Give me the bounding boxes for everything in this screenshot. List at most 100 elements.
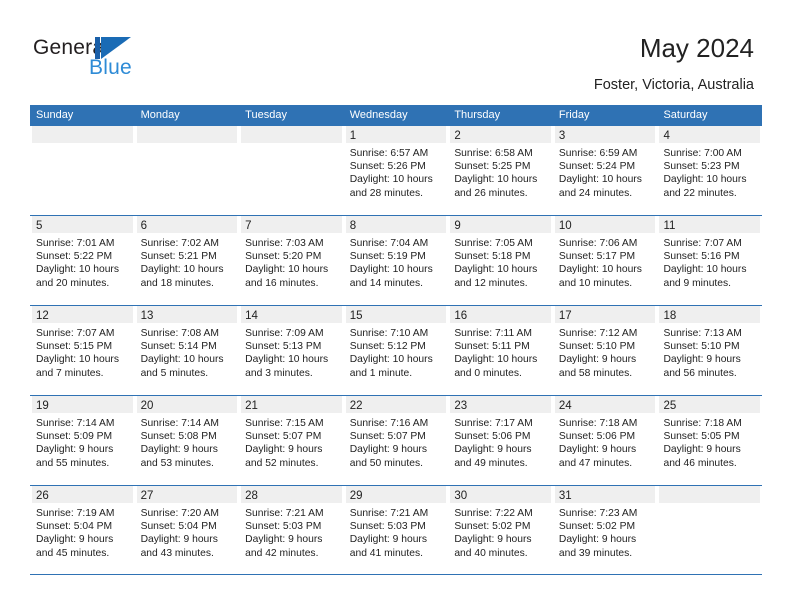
day-cell[interactable]: 3 Sunrise: 6:59 AM Sunset: 5:24 PM Dayli… xyxy=(553,126,658,215)
day-cell[interactable]: 12 Sunrise: 7:07 AM Sunset: 5:15 PM Dayl… xyxy=(30,306,135,395)
daylight-text-line2: and 1 minute. xyxy=(349,367,413,379)
day-cell[interactable]: 9 Sunrise: 7:05 AM Sunset: 5:18 PM Dayli… xyxy=(448,216,553,305)
day-cell[interactable]: 14 Sunrise: 7:09 AM Sunset: 5:13 PM Dayl… xyxy=(239,306,344,395)
daylight-text-line1: Daylight: 9 hours xyxy=(36,444,114,456)
day-number-band: 31 xyxy=(554,486,656,503)
day-cell[interactable]: 18 Sunrise: 7:13 AM Sunset: 5:10 PM Dayl… xyxy=(657,306,762,395)
sunset-text: Sunset: 5:14 PM xyxy=(140,341,217,353)
day-cell[interactable]: 15 Sunrise: 7:10 AM Sunset: 5:12 PM Dayl… xyxy=(344,306,449,395)
day-cell[interactable]: 27 Sunrise: 7:20 AM Sunset: 5:04 PM Dayl… xyxy=(135,486,240,574)
daylight-text-line1: Daylight: 9 hours xyxy=(349,444,428,456)
calendar-week-row: 26 Sunrise: 7:19 AM Sunset: 5:04 PM Dayl… xyxy=(30,485,762,575)
day-cell[interactable]: 19 Sunrise: 7:14 AM Sunset: 5:09 PM Dayl… xyxy=(30,396,135,485)
daylight-text-line2: and 41 minutes. xyxy=(349,547,424,559)
day-cell[interactable]: 17 Sunrise: 7:12 AM Sunset: 5:10 PM Dayl… xyxy=(553,306,658,395)
sunset-text: Sunset: 5:18 PM xyxy=(454,251,531,263)
day-number: 3 xyxy=(558,130,566,142)
sunrise-text: Sunrise: 7:18 AM xyxy=(663,418,742,429)
day-details: Sunrise: 7:08 AM Sunset: 5:14 PM Dayligh… xyxy=(137,323,238,380)
day-number-band: 6 xyxy=(136,216,238,233)
day-cell[interactable]: 2 Sunrise: 6:58 AM Sunset: 5:25 PM Dayli… xyxy=(448,126,553,215)
daylight-text-line2: and 42 minutes. xyxy=(245,547,319,559)
sunset-text: Sunset: 5:22 PM xyxy=(36,251,113,263)
day-cell[interactable]: 22 Sunrise: 7:16 AM Sunset: 5:07 PM Dayl… xyxy=(344,396,449,485)
calendar-week-row: 5 Sunrise: 7:01 AM Sunset: 5:22 PM Dayli… xyxy=(30,215,762,305)
day-cell[interactable]: 24 Sunrise: 7:18 AM Sunset: 5:06 PM Dayl… xyxy=(553,396,658,485)
daylight-text-line1: Daylight: 9 hours xyxy=(454,444,532,456)
sunrise-text: Sunrise: 7:21 AM xyxy=(349,508,429,519)
day-cell[interactable]: 23 Sunrise: 7:17 AM Sunset: 5:06 PM Dayl… xyxy=(448,396,553,485)
day-cell[interactable]: 13 Sunrise: 7:08 AM Sunset: 5:14 PM Dayl… xyxy=(135,306,240,395)
day-cell[interactable]: 25 Sunrise: 7:18 AM Sunset: 5:05 PM Dayl… xyxy=(657,396,762,485)
daylight-text-line2: and 22 minutes. xyxy=(663,187,737,199)
day-cell[interactable] xyxy=(30,126,135,215)
day-number-band: 26 xyxy=(32,486,133,503)
day-cell[interactable]: 10 Sunrise: 7:06 AM Sunset: 5:17 PM Dayl… xyxy=(553,216,658,305)
sunset-text: Sunset: 5:06 PM xyxy=(454,431,531,443)
day-cell[interactable]: 5 Sunrise: 7:01 AM Sunset: 5:22 PM Dayli… xyxy=(30,216,135,305)
sunset-text: Sunset: 5:26 PM xyxy=(349,161,426,173)
day-cell[interactable] xyxy=(657,486,762,574)
day-cell[interactable]: 31 Sunrise: 7:23 AM Sunset: 5:02 PM Dayl… xyxy=(553,486,658,574)
daylight-text-line2: and 28 minutes. xyxy=(349,187,424,199)
daylight-text-line2: and 18 minutes. xyxy=(140,277,214,289)
day-cell[interactable]: 16 Sunrise: 7:11 AM Sunset: 5:11 PM Dayl… xyxy=(448,306,553,395)
day-cell[interactable] xyxy=(239,126,344,215)
daylight-text-line2: and 9 minutes. xyxy=(663,277,732,289)
day-cell[interactable]: 30 Sunrise: 7:22 AM Sunset: 5:02 PM Dayl… xyxy=(448,486,553,574)
day-details: Sunrise: 7:00 AM Sunset: 5:23 PM Dayligh… xyxy=(659,143,760,200)
daylight-text-line2: and 12 minutes. xyxy=(454,277,528,289)
day-details: Sunrise: 7:11 AM Sunset: 5:11 PM Dayligh… xyxy=(450,323,551,380)
weekday-header-thursday: Thursday xyxy=(454,109,501,121)
day-number: 15 xyxy=(349,310,363,322)
day-number-band: 25 xyxy=(659,396,761,413)
day-details: Sunrise: 6:59 AM Sunset: 5:24 PM Dayligh… xyxy=(555,143,656,200)
day-number: 17 xyxy=(558,310,572,322)
day-details: Sunrise: 6:57 AM Sunset: 5:26 PM Dayligh… xyxy=(346,143,447,200)
daylight-text-line1: Daylight: 9 hours xyxy=(558,354,637,366)
day-cell[interactable]: 29 Sunrise: 7:21 AM Sunset: 5:03 PM Dayl… xyxy=(344,486,449,574)
day-number: 11 xyxy=(663,220,676,232)
brand-logo[interactable]: General Blue xyxy=(33,36,213,84)
day-details: Sunrise: 7:17 AM Sunset: 5:06 PM Dayligh… xyxy=(450,413,551,470)
day-number: 6 xyxy=(140,220,147,232)
day-number-band: 30 xyxy=(450,486,551,503)
sunrise-text: Sunrise: 7:03 AM xyxy=(245,238,324,249)
day-details: Sunrise: 7:07 AM Sunset: 5:15 PM Dayligh… xyxy=(32,323,133,380)
day-cell[interactable]: 11 Sunrise: 7:07 AM Sunset: 5:16 PM Dayl… xyxy=(657,216,762,305)
sunset-text: Sunset: 5:08 PM xyxy=(140,431,217,443)
day-cell[interactable]: 6 Sunrise: 7:02 AM Sunset: 5:21 PM Dayli… xyxy=(135,216,240,305)
sunset-text: Sunset: 5:10 PM xyxy=(663,341,740,353)
weekday-header-tuesday: Tuesday xyxy=(245,109,287,121)
day-number-band xyxy=(32,126,133,143)
day-number: 28 xyxy=(245,490,258,502)
day-cell[interactable]: 21 Sunrise: 7:15 AM Sunset: 5:07 PM Dayl… xyxy=(239,396,344,485)
page-subtitle-location: Foster, Victoria, Australia xyxy=(593,77,754,93)
day-cell[interactable]: 1 Sunrise: 6:57 AM Sunset: 5:26 PM Dayli… xyxy=(344,126,449,215)
sunrise-text: Sunrise: 7:16 AM xyxy=(349,418,429,429)
sunrise-text: Sunrise: 7:20 AM xyxy=(140,508,219,519)
daylight-text-line2: and 53 minutes. xyxy=(140,457,214,469)
sunrise-text: Sunrise: 6:57 AM xyxy=(349,148,429,159)
sunset-text: Sunset: 5:16 PM xyxy=(663,251,740,263)
brand-name-blue: Blue xyxy=(89,56,132,79)
daylight-text-line1: Daylight: 10 hours xyxy=(245,264,329,276)
daylight-text-line2: and 39 minutes. xyxy=(558,547,633,559)
sunrise-text: Sunrise: 7:23 AM xyxy=(558,508,638,519)
day-cell[interactable]: 8 Sunrise: 7:04 AM Sunset: 5:19 PM Dayli… xyxy=(344,216,449,305)
day-cell[interactable]: 4 Sunrise: 7:00 AM Sunset: 5:23 PM Dayli… xyxy=(657,126,762,215)
sunrise-text: Sunrise: 7:13 AM xyxy=(663,328,742,339)
day-number-band: 23 xyxy=(450,396,551,413)
sunset-text: Sunset: 5:03 PM xyxy=(245,521,322,533)
day-cell[interactable] xyxy=(135,126,240,215)
day-cell[interactable]: 28 Sunrise: 7:21 AM Sunset: 5:03 PM Dayl… xyxy=(239,486,344,574)
day-details: Sunrise: 7:06 AM Sunset: 5:17 PM Dayligh… xyxy=(555,233,656,290)
daylight-text-line2: and 43 minutes. xyxy=(140,547,214,559)
day-cell[interactable]: 7 Sunrise: 7:03 AM Sunset: 5:20 PM Dayli… xyxy=(239,216,344,305)
day-number-band: 9 xyxy=(450,216,551,233)
day-cell[interactable]: 26 Sunrise: 7:19 AM Sunset: 5:04 PM Dayl… xyxy=(30,486,135,574)
sunrise-text: Sunrise: 7:04 AM xyxy=(349,238,429,249)
day-number-band: 27 xyxy=(136,486,238,503)
day-cell[interactable]: 20 Sunrise: 7:14 AM Sunset: 5:08 PM Dayl… xyxy=(135,396,240,485)
sunset-text: Sunset: 5:04 PM xyxy=(36,521,113,533)
